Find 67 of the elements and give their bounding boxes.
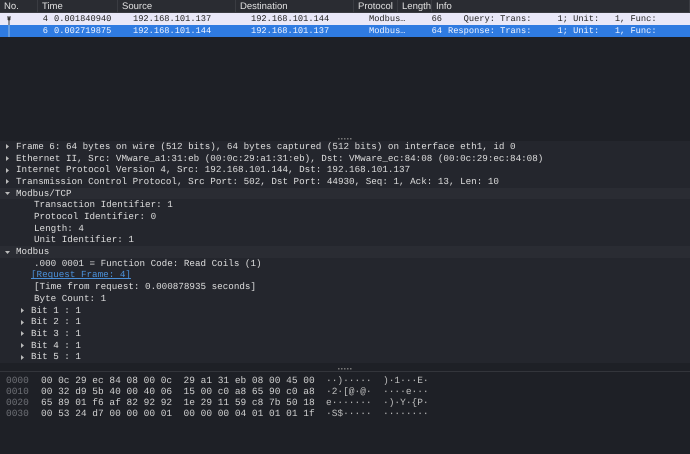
column-header[interactable]: Length [398,0,432,12]
tree-item-text: Internet Protocol Version 4, Src: 192.168.101.144, Dst: 192.168.101.137 [16,163,410,177]
ascii-text: ·2·[@·@· ····e··· [326,386,429,397]
packet-cell-text: Response: Trans: 1; Unit: 1, Func: [447,25,658,37]
tree-item-text: Ethernet II, Src: VMware_a1:31:eb (00:0c:29:a1:31:eb), Dst: VMware_ec:84:08 (00:0c:29:ec:84:08) [16,152,544,165]
hex-offset: 0000 [5,375,30,386]
tree-item-text: Length: 4 [34,222,84,235]
tree-item-text: Modbus [16,245,50,259]
packet-cell-text: 64 [430,25,443,37]
packet-cell-text: 192.168.101.137 [132,13,212,25]
tree-item-text: Unit Identifier: 1 [34,233,134,247]
hex-offset: 0020 [5,397,30,408]
tree-item-text: Byte Count: 1 [34,292,106,306]
expand-arrow-icon[interactable] [5,168,10,173]
tree-item-text: Frame 6: 64 bytes on wire (512 bits), 64 bytes captured (512 bits) on interface eth1, id 0 [16,140,516,154]
column-header[interactable]: No. [0,0,38,12]
tree-item-text: .000 0001 = Function Code: Read Coils (1) [34,256,262,270]
splitter-handle-icon[interactable] [338,138,352,140]
hex-bytes: 00 0c 29 ec 84 08 00 0c 29 a1 31 eb 08 00 45 00 [41,375,316,386]
column-header[interactable]: Destination [236,0,354,12]
expand-arrow-icon[interactable] [20,331,25,336]
hex-bytes: 65 89 01 f6 af 82 92 92 1e 29 11 59 c8 7b 50 18 [41,397,316,408]
packet-cell-text: 0.001840940 [53,13,112,25]
column-header[interactable]: Protocol [354,0,398,12]
hex-offset: 0010 [5,386,30,397]
packet-cell-text: Modbus… [368,25,406,37]
column-header[interactable]: Info [432,0,690,12]
packet-cell-text: 192.168.101.144 [250,13,330,25]
packet-cell-text: 192.168.101.144 [132,25,212,37]
ascii-text: ·S$····· ········ [326,408,429,419]
expand-arrow-icon[interactable] [20,308,25,313]
packet-row[interactable]: 6 0.002719875 192.168.101.144 192.168.101.137 Modbus… 64 Response: Trans: 1; Unit: 1, Func: [0,25,690,37]
packet-row[interactable]: 4 0.001840940 192.168.101.137 192.168.101.144 Modbus… 66 Query: Trans: 1; Unit: 1, Func: [0,13,690,25]
tree-item-text: Modbus/TCP [16,186,72,200]
collapse-arrow-icon[interactable] [5,250,10,255]
packet-cell-text: 192.168.101.137 [250,25,330,37]
ascii-text: ··)····· )·1···E· [326,375,429,386]
tree-item-text: Bit 5 : 1 [31,350,81,364]
ascii-text: e······· ·)·Y·{P· [326,397,429,408]
packet-cell-text: 66 [430,13,443,25]
tree-item-text: Bit 4 : 1 [31,338,81,352]
expand-arrow-icon[interactable] [5,179,10,184]
tree-item-text: Bit 3 : 1 [31,326,81,341]
packet-cell-text: Query: Trans: 1; Unit: 1, Func: [462,13,658,25]
packet-cell-text: 6 [42,25,49,37]
request-frame-link[interactable]: [Request Frame: 4] [31,268,131,282]
expand-arrow-icon[interactable] [5,144,10,150]
packet-cell-text: Modbus… [368,13,406,25]
packet-cell-text: 4 [42,13,49,25]
column-header[interactable]: Time [38,0,118,12]
hex-bytes: 00 53 24 d7 00 00 00 01 00 00 00 04 01 01 01 1f [41,408,316,419]
tree-item-text: Bit 2 : 1 [31,315,81,329]
expand-arrow-icon[interactable] [20,320,25,325]
packet-cell-text: 0.002719875 [53,25,112,37]
expand-arrow-icon[interactable] [20,354,25,360]
tree-item-text: Transaction Identifier: 1 [34,198,173,212]
tree-item-text: Transmission Control Protocol, Src Port: 502, Dst Port: 44930, Seq: 1, Ack: 13, Len: 10 [16,174,499,189]
expand-arrow-icon[interactable] [20,343,25,348]
hex-offset: 0030 [5,408,30,419]
tree-item-text: Protocol Identifier: 0 [34,210,156,224]
hex-bytes: 00 32 d9 5b 40 00 40 06 15 00 c0 a8 65 90 c0 a8 [41,386,316,397]
tree-item-text: Bit 1 : 1 [31,304,81,317]
expand-arrow-icon[interactable] [5,156,10,162]
column-header[interactable]: Source [118,0,236,12]
collapse-arrow-icon[interactable] [5,191,10,196]
splitter-handle-icon[interactable] [338,368,352,370]
tree-item-text: [Time from request: 0.000878935 seconds] [34,280,256,294]
